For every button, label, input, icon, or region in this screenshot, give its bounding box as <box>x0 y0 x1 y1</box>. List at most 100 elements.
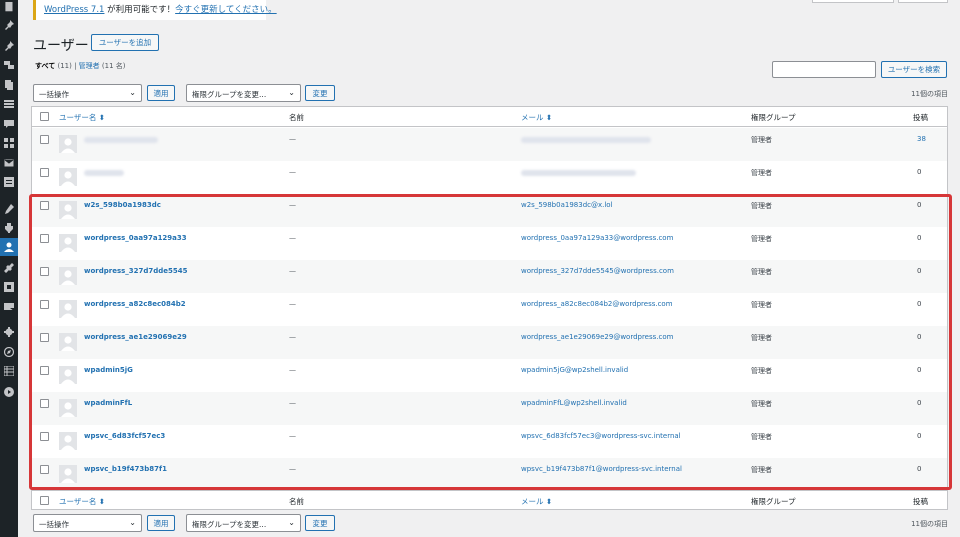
bulk-action-value: 一括操作 <box>39 520 69 529</box>
column-posts-bottom: 投稿 <box>913 497 928 506</box>
table-row: — 管理者 38 <box>32 128 947 161</box>
plugins-icon[interactable] <box>0 219 18 237</box>
mail-icon[interactable] <box>0 154 18 172</box>
username-link[interactable]: wpadmin5jG <box>84 366 133 374</box>
media-icon[interactable] <box>0 56 18 74</box>
table-row: wordpress_0aa97a129a33 wordpress_0aa97a12… <box>32 227 947 260</box>
search-users-button[interactable]: ユーザーを検索 <box>881 61 947 78</box>
table-row: w2s_598b0a1983dc w2s_598b0a1983dc@x.lol — 管… <box>32 194 947 227</box>
email-link[interactable]: wordpress_ae1e29069e29@wordpress.com <box>521 333 673 341</box>
play-circle-icon[interactable] <box>0 383 18 401</box>
form-icon[interactable] <box>0 173 18 191</box>
settings-box-icon[interactable] <box>0 278 18 296</box>
user-name: — <box>289 234 296 242</box>
mail-send-icon[interactable] <box>0 298 18 316</box>
username-link[interactable]: wpsvc_6d83fcf57ec3 <box>84 432 165 440</box>
gear-icon[interactable] <box>0 323 18 341</box>
default-avatar-icon <box>59 168 77 186</box>
username-link[interactable]: wordpress_0aa97a129a33 <box>84 234 187 242</box>
blocks-icon[interactable] <box>0 134 18 152</box>
chevron-down-icon: ⌄ <box>129 88 136 97</box>
tools-icon[interactable] <box>0 259 18 277</box>
row-checkbox[interactable] <box>40 168 49 177</box>
change-role-select-bottom[interactable]: 権限グループを変更... ⌄ <box>186 514 301 532</box>
user-posts-count: 0 <box>917 366 922 374</box>
select-all-checkbox-bottom[interactable] <box>40 496 49 505</box>
change-role-value: 権限グループを変更... <box>192 520 267 529</box>
user-posts-count: 0 <box>917 201 922 209</box>
row-checkbox[interactable] <box>40 300 49 309</box>
select-all-checkbox[interactable] <box>40 112 49 121</box>
username-link[interactable]: wordpress_327d7dde5545 <box>84 267 188 275</box>
comments-icon[interactable] <box>0 115 18 133</box>
column-email[interactable]: メール ⬍ <box>521 112 552 123</box>
bulk-action-select-top[interactable]: 一括操作 ⌄ <box>33 84 142 102</box>
email-link[interactable]: w2s_598b0a1983dc@x.lol <box>521 201 613 209</box>
username-link[interactable]: w2s_598b0a1983dc <box>84 201 161 209</box>
username-link[interactable]: wordpress_a82c8ec084b2 <box>84 300 186 308</box>
screen-options-tab[interactable] <box>812 0 894 3</box>
user-posts-count[interactable]: 38 <box>917 135 926 143</box>
user-name: — <box>289 465 296 473</box>
email-link[interactable]: wpadminFfL@wp2shell.invalid <box>521 399 627 407</box>
blurred-email[interactable] <box>521 137 651 143</box>
email-link[interactable]: wordpress_a82c8ec084b2@wordpress.com <box>521 300 673 308</box>
column-username[interactable]: ユーザー名 ⬍ <box>59 112 105 123</box>
blurred-email[interactable] <box>521 170 636 176</box>
table-row: wordpress_a82c8ec084b2 wordpress_a82c8ec0… <box>32 293 947 326</box>
table-row: wpsvc_b19f473b87f1 wpsvc_b19f473b87f1@wor… <box>32 458 947 491</box>
filter-all[interactable]: すべて <box>35 62 55 70</box>
apply-button-top[interactable]: 適用 <box>147 85 175 101</box>
table-row: wpsvc_6d83fcf57ec3 wpsvc_6d83fcf57ec3@wor… <box>32 425 947 458</box>
username-link[interactable]: wpsvc_b19f473b87f1 <box>84 465 167 473</box>
blurred-username[interactable] <box>84 137 158 143</box>
apply-button-bottom[interactable]: 適用 <box>147 515 175 531</box>
email-link[interactable]: wpadmin5jG@wp2shell.invalid <box>521 366 628 374</box>
row-checkbox[interactable] <box>40 465 49 474</box>
dashboard-icon[interactable]: ▇ <box>0 0 18 16</box>
column-username-bottom[interactable]: ユーザー名 ⬍ <box>59 496 105 507</box>
table-row: wpadminFfL wpadminFfL@wp2shell.invalid — 管理… <box>32 392 947 425</box>
user-name: — <box>289 135 296 143</box>
pin-icon[interactable] <box>0 37 18 55</box>
email-link[interactable]: wordpress_327d7dde5545@wordpress.com <box>521 267 674 275</box>
row-checkbox[interactable] <box>40 399 49 408</box>
row-checkbox[interactable] <box>40 234 49 243</box>
row-checkbox[interactable] <box>40 432 49 441</box>
user-search-input[interactable] <box>772 61 876 78</box>
appearance-icon[interactable] <box>0 200 18 218</box>
filter-admin[interactable]: 管理者 <box>79 62 100 70</box>
chevron-down-icon: ⌄ <box>288 518 295 527</box>
username-link[interactable]: wpadminFfL <box>84 399 132 407</box>
table-icon[interactable] <box>0 95 18 113</box>
users-icon[interactable] <box>0 238 18 256</box>
table-grid-icon[interactable] <box>0 362 18 380</box>
column-email-bottom[interactable]: メール ⬍ <box>521 496 552 507</box>
help-tab[interactable] <box>898 0 948 3</box>
change-button-top[interactable]: 変更 <box>305 85 335 101</box>
user-posts-count: 0 <box>917 300 922 308</box>
row-checkbox[interactable] <box>40 201 49 210</box>
compass-icon[interactable] <box>0 343 18 361</box>
blurred-username[interactable] <box>84 170 124 176</box>
email-link[interactable]: wpsvc_6d83fcf57ec3@wordpress-svc.interna… <box>521 432 681 440</box>
wordpress-version-link[interactable]: WordPress 7.1 <box>44 5 104 15</box>
pages-icon[interactable] <box>0 76 18 94</box>
update-now-link[interactable]: 今すぐ更新してください。 <box>175 5 277 15</box>
row-checkbox[interactable] <box>40 267 49 276</box>
add-new-user-button[interactable]: ユーザーを追加 <box>91 34 159 51</box>
table-header: ユーザー名 ⬍ 名前 メール ⬍ 権限グループ 投稿 <box>32 107 947 127</box>
change-role-select-top[interactable]: 権限グループを変更... ⌄ <box>186 84 301 102</box>
user-role: 管理者 <box>751 400 772 408</box>
email-link[interactable]: wpsvc_b19f473b87f1@wordpress-svc.interna… <box>521 465 682 473</box>
row-checkbox[interactable] <box>40 333 49 342</box>
email-link[interactable]: wordpress_0aa97a129a33@wordpress.com <box>521 234 673 242</box>
pin-icon[interactable] <box>0 16 18 34</box>
row-checkbox[interactable] <box>40 366 49 375</box>
user-name: — <box>289 267 296 275</box>
row-checkbox[interactable] <box>40 135 49 144</box>
change-button-bottom[interactable]: 変更 <box>305 515 335 531</box>
username-link[interactable]: wordpress_ae1e29069e29 <box>84 333 187 341</box>
bulk-action-select-bottom[interactable]: 一括操作 ⌄ <box>33 514 142 532</box>
user-role: 管理者 <box>751 334 772 342</box>
